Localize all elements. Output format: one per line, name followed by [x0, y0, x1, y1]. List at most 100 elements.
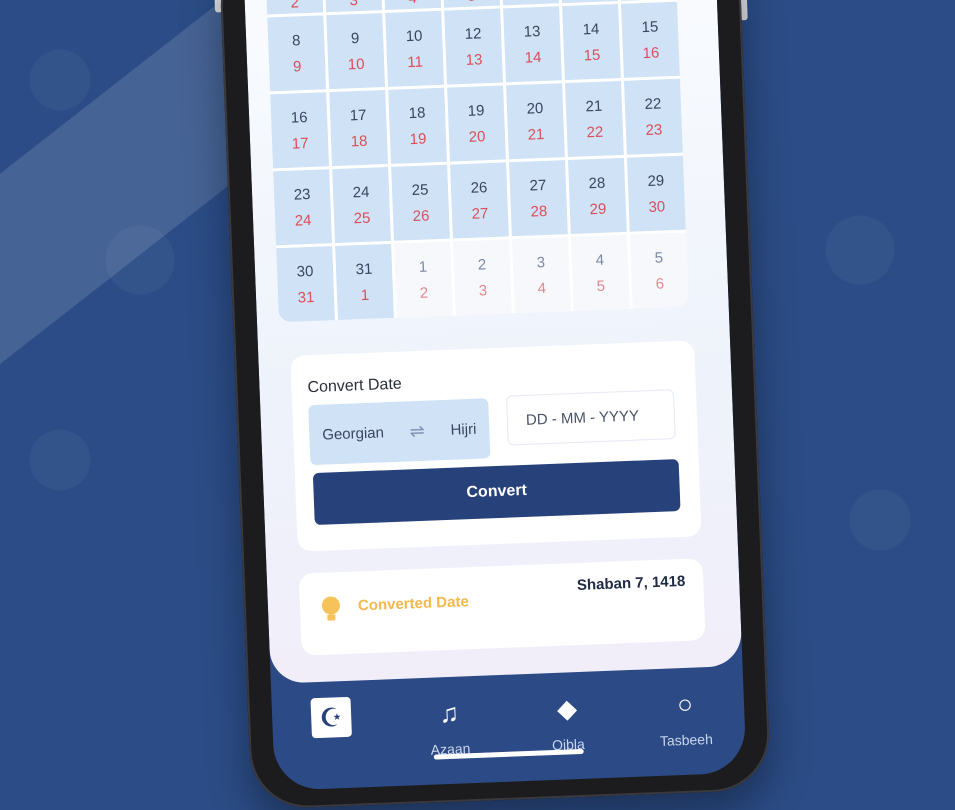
compass-icon: ◆ [546, 688, 588, 730]
gregorian-day-number: 23 [293, 185, 310, 203]
tab-calendar[interactable]: ☪ [285, 690, 377, 747]
calendar-day-cell[interactable]: 4 [384, 0, 441, 10]
main-card: 2345678899101011121313141415151616171718… [243, 0, 743, 684]
calendar-day-cell[interactable]: 1819 [388, 88, 447, 164]
gregorian-day-number: 25 [411, 181, 428, 199]
calendar-day-cell[interactable]: 1213 [444, 9, 503, 85]
calendar-day-cell[interactable]: 34 [512, 237, 571, 313]
calendar-day-cell[interactable]: 2324 [273, 169, 332, 245]
converted-date-value: Shaban 7, 1418 [577, 573, 686, 594]
hijri-day-number: 28 [530, 202, 547, 220]
calendar-day-cell[interactable]: 8 [620, 0, 677, 1]
hijri-day-number: 27 [471, 205, 488, 223]
georgian-label: Georgian [322, 424, 384, 443]
calendar-day-cell[interactable]: 1718 [329, 90, 388, 166]
calendar-day-cell[interactable]: 56 [630, 233, 689, 309]
calendar-day-cell[interactable]: 5 [443, 0, 500, 8]
gregorian-day-number: 18 [408, 104, 425, 122]
calendar-day-cell[interactable]: 2223 [624, 79, 683, 155]
calendar-day-cell[interactable]: 7 [561, 0, 618, 3]
calendar-day-cell[interactable]: 1415 [562, 4, 621, 80]
hijri-day-number: 22 [586, 123, 603, 141]
calendar-day-cell[interactable]: 1617 [270, 92, 329, 168]
gregorian-day-number: 22 [644, 95, 661, 113]
hijri-day-number: 31 [297, 288, 314, 306]
gregorian-day-number: 31 [355, 260, 372, 278]
hijri-day-number: 4 [537, 279, 546, 296]
hijri-day-number: 19 [409, 130, 426, 148]
calendar-day-cell[interactable]: 2425 [332, 167, 391, 243]
tab-tasbeeh[interactable]: ○Tasbeeh [639, 676, 732, 749]
calendar-day-cell[interactable]: 12 [394, 242, 453, 318]
gregorian-day-number: 5 [654, 249, 663, 266]
calendar-day-cell[interactable]: 1314 [503, 6, 562, 82]
calendar-day-cell[interactable]: 2 [266, 0, 323, 14]
hijri-day-number: 24 [294, 211, 311, 229]
gregorian-day-number: 3 [349, 0, 358, 9]
swap-arrows-icon[interactable]: ⇌ [409, 420, 425, 442]
gregorian-day-number: 30 [296, 262, 313, 280]
calendar-day-cell[interactable]: 2829 [568, 158, 627, 234]
tab-label [287, 744, 377, 747]
gregorian-day-number: 27 [529, 176, 546, 194]
hijri-day-number: 6 [655, 275, 664, 292]
calendar-day-cell[interactable]: 2930 [627, 156, 686, 232]
calendar-day-cell[interactable]: 6 [502, 0, 559, 5]
calendar-day-cell[interactable]: 2021 [506, 83, 565, 159]
hijri-day-number: 11 [407, 53, 423, 71]
calendar-day-cell[interactable]: 2728 [509, 160, 568, 236]
hijri-day-number: 20 [468, 128, 485, 146]
gregorian-day-number: 24 [352, 183, 369, 201]
gregorian-day-number: 16 [290, 109, 307, 127]
calendar-type-toggle[interactable]: Georgian ⇌ Hijri [308, 398, 490, 465]
gregorian-day-number: 29 [647, 172, 664, 190]
gregorian-day-number: 8 [292, 32, 301, 49]
calendar-day-cell[interactable]: 45 [571, 235, 630, 311]
calendar-day-cell[interactable]: 1920 [447, 85, 506, 161]
calendar-icon: ☪ [310, 697, 352, 739]
gregorian-day-number: 14 [582, 20, 599, 38]
tab-qibla[interactable]: ◆Qibla [521, 681, 614, 754]
tab-azaan[interactable]: ♫Azaan [403, 685, 496, 758]
gregorian-day-number: 12 [464, 25, 481, 43]
hijri-day-number: 23 [645, 121, 662, 139]
hijri-day-number: 14 [524, 48, 541, 66]
calendar-day-cell[interactable]: 23 [453, 239, 512, 315]
hijri-day-number: 18 [350, 132, 367, 150]
date-input-field[interactable]: DD - MM - YYYY [506, 389, 676, 445]
hijri-day-number: 25 [353, 209, 370, 227]
hijri-label: Hijri [450, 420, 476, 438]
gregorian-day-number: 9 [351, 29, 360, 46]
gregorian-day-number: 2 [290, 0, 299, 12]
calendar-day-cell[interactable]: 2526 [391, 165, 450, 241]
calendar-day-cell[interactable]: 1011 [385, 11, 444, 87]
hijri-day-number: 5 [596, 277, 605, 294]
gregorian-day-number: 6 [526, 0, 535, 3]
hijri-day-number: 15 [583, 46, 600, 64]
gregorian-day-number: 10 [405, 27, 422, 45]
calendar-day-cell[interactable]: 2627 [450, 162, 509, 238]
hijri-day-number: 21 [527, 125, 544, 143]
hijri-day-number: 17 [291, 134, 308, 152]
convert-button[interactable]: Convert [313, 459, 681, 525]
calendar-day-cell[interactable]: 3031 [276, 246, 335, 322]
calendar-day-cell[interactable]: 2122 [565, 81, 624, 157]
calendar-day-cell[interactable]: 3 [325, 0, 382, 12]
calendar-day-cell[interactable]: 311 [335, 244, 394, 320]
hijri-day-number: 30 [648, 198, 665, 216]
gregorian-day-number: 19 [467, 102, 484, 120]
hijri-day-number: 1 [361, 286, 370, 303]
gregorian-day-number: 2 [477, 256, 486, 273]
lightbulb-icon [322, 596, 341, 615]
converted-date-label: Converted Date [358, 593, 469, 614]
calendar-day-cell[interactable]: 9 10 [326, 13, 385, 89]
convert-date-title: Convert Date [307, 376, 402, 398]
calendar-day-cell[interactable]: 1516 [621, 2, 680, 78]
gregorian-day-number: 13 [523, 23, 540, 41]
phone-mockup: 2345678899101011121313141415151616171718… [219, 0, 772, 810]
convert-date-card: Convert Date Georgian ⇌ Hijri DD - MM - … [290, 340, 701, 551]
hijri-day-number: 10 [347, 55, 364, 73]
gregorian-day-number: 4 [595, 251, 604, 268]
gregorian-day-number: 5 [467, 0, 476, 5]
calendar-day-cell[interactable]: 89 [267, 15, 326, 91]
